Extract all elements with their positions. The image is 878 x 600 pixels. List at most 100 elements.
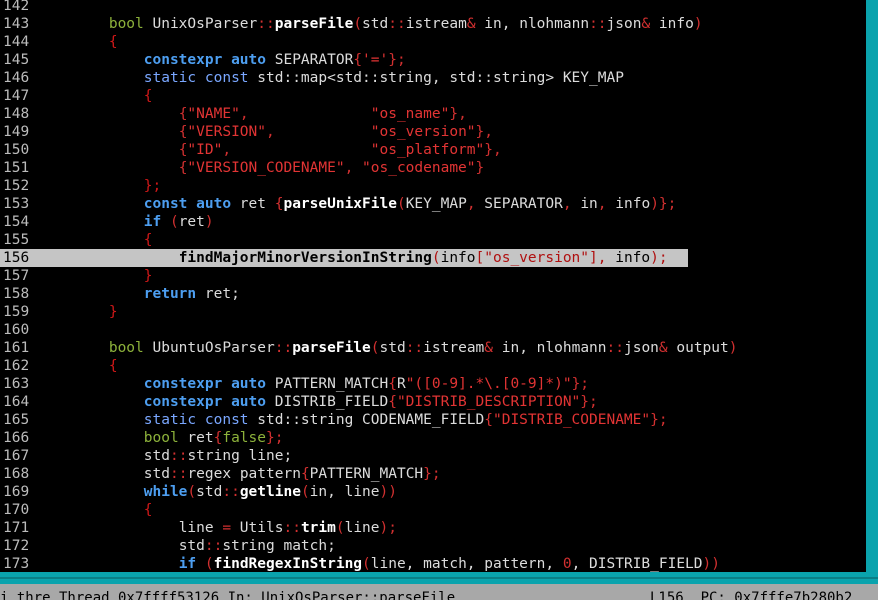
code-line[interactable]: 170 {	[0, 501, 866, 519]
code-token: info	[606, 250, 651, 266]
code-token: (	[370, 340, 380, 356]
code-line[interactable]: 145 constexpr auto SEPARATOR{'='};	[0, 51, 866, 69]
code-line[interactable]: 164 constexpr auto DISTRIB_FIELD{"DISTRI…	[0, 393, 866, 411]
code-line[interactable]: 150 {"ID", "os_platform"},	[0, 141, 866, 159]
code-line[interactable]: 167 std::string line;	[0, 447, 866, 465]
line-number: 155	[3, 232, 30, 248]
line-number: 156	[3, 250, 30, 266]
code-line[interactable]: 155 {	[0, 231, 866, 249]
code-text: static const std::string CODENAME_FIELD{…	[39, 411, 668, 429]
code-token: "os_platform"	[370, 142, 485, 158]
code-line[interactable]: 152 };	[0, 177, 866, 195]
line-number: 144	[3, 34, 30, 50]
code-line[interactable]: 143 bool UnixOsParser::parseFile(std::is…	[0, 15, 866, 33]
code-text: {	[39, 357, 118, 375]
code-token: {	[143, 502, 153, 518]
code-text: std::string match;	[39, 537, 336, 555]
code-token: "VERSION_CODENAME"	[187, 160, 345, 176]
line-number: 162	[3, 358, 30, 374]
code-token: "VERSION"	[187, 124, 266, 140]
code-token: ,	[562, 196, 572, 212]
code-line[interactable]: 162 {	[0, 357, 866, 375]
code-line[interactable]: 161 bool UbuntuOsParser::parseFile(std::…	[0, 339, 866, 357]
code-token: UbuntuOsParser	[143, 340, 275, 356]
status-thread-info: i thre Thread 0x7ffff53126 In: UnixOsPar…	[0, 590, 456, 600]
code-line[interactable]: 168 std::regex pattern{PATTERN_MATCH};	[0, 465, 866, 483]
code-line[interactable]: 165 static const std::string CODENAME_FI…	[0, 411, 866, 429]
code-line[interactable]: 173 if (findRegexInString(line, match, p…	[0, 555, 866, 572]
code-token: '='	[362, 52, 389, 68]
code-token: ret	[178, 430, 214, 446]
code-line[interactable]: 172 std::string match;	[0, 537, 866, 555]
code-token: (	[353, 16, 363, 32]
code-token: (	[335, 520, 345, 536]
code-token: };	[571, 376, 590, 392]
code-line[interactable]: 159 }	[0, 303, 866, 321]
code-line[interactable]: 169 while(std::getline(in, line))	[0, 483, 866, 501]
code-token: return	[143, 286, 197, 302]
code-line[interactable]: 153 const auto ret {parseUnixFile(KEY_MA…	[0, 195, 866, 213]
code-token: UnixOsParser	[143, 16, 258, 32]
code-token: ret	[231, 196, 275, 212]
code-token: };	[143, 178, 162, 194]
code-line[interactable]: 147 {	[0, 87, 866, 105]
code-token: )	[204, 214, 214, 230]
code-line[interactable]: 149 {"VERSION", "os_version"},	[0, 123, 866, 141]
code-token: trim	[300, 520, 336, 536]
code-line[interactable]: 144 {	[0, 33, 866, 51]
code-token: };	[388, 52, 406, 68]
line-number: 166	[3, 430, 30, 446]
line-number: 149	[3, 124, 30, 140]
line-number: 151	[3, 160, 30, 176]
line-number: 161	[3, 340, 30, 356]
code-line[interactable]: 163 constexpr auto PATTERN_MATCH{R"([0-9…	[0, 375, 866, 393]
code-token: "DISTRIB_CODENAME"	[492, 412, 651, 428]
code-token: ::	[283, 520, 301, 536]
code-line[interactable]: 160	[0, 321, 866, 339]
code-token: DISTRIB_FIELD	[266, 394, 389, 410]
current-line[interactable]: 156 findMajorMinorVersionInString(info["…	[0, 249, 866, 267]
code-token: std	[379, 340, 406, 356]
code-line[interactable]: 146 static const std::map<std::string, s…	[0, 69, 866, 87]
code-line[interactable]: 142	[0, 0, 866, 15]
code-text: return ret;	[39, 285, 240, 303]
code-line[interactable]: 171 line = Utils::trim(line);	[0, 519, 866, 537]
window-border-right	[866, 0, 878, 584]
code-token: line, match, pattern,	[370, 556, 563, 572]
line-number: 142	[3, 0, 30, 14]
source-code-pane[interactable]: 142 143 bool UnixOsParser::parseFile(std:…	[0, 0, 866, 572]
code-token: findRegexInString	[213, 556, 363, 572]
code-text: std::string line;	[39, 447, 292, 465]
code-line[interactable]: 166 bool ret{false};	[0, 429, 866, 447]
code-line[interactable]: 148 {"NAME", "os_name"},	[0, 105, 866, 123]
code-token: "NAME"	[187, 106, 240, 122]
code-line[interactable]: 154 if (ret)	[0, 213, 866, 231]
code-token: KEY_MAP	[405, 196, 467, 212]
code-line[interactable]: 158 return ret;	[0, 285, 866, 303]
code-line[interactable]: 151 {"VERSION_CODENAME", "os_codename"}	[0, 159, 866, 177]
code-text: line = Utils::trim(line);	[39, 519, 397, 537]
code-text: static const std::map<std::string, std::…	[39, 69, 624, 87]
code-token: ::	[257, 16, 275, 32]
code-token: {	[143, 88, 153, 104]
code-token: static	[143, 70, 197, 86]
code-text: if (findRegexInString(line, match, patte…	[39, 555, 720, 572]
code-text: bool UbuntuOsParser::parseFile(std::istr…	[39, 339, 738, 357]
code-line[interactable]: 157 }	[0, 267, 866, 285]
code-token: json	[606, 16, 642, 32]
code-token: };	[423, 466, 441, 482]
code-token: json	[623, 340, 659, 356]
code-text: };	[39, 177, 161, 195]
